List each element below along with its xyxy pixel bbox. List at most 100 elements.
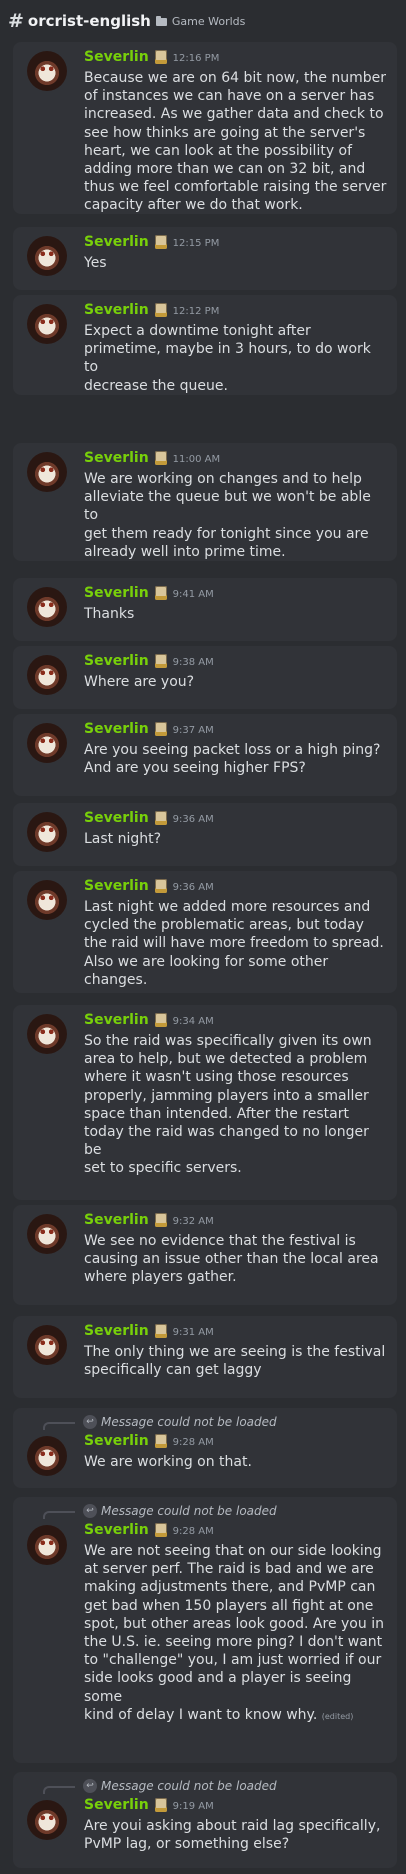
- badge-icon: [154, 1324, 167, 1338]
- avatar[interactable]: [27, 1436, 67, 1476]
- reply-preview[interactable]: ↩ Message could not be loaded: [43, 1778, 277, 1794]
- badge-icon: [154, 303, 167, 317]
- reply-connector: [43, 1422, 75, 1430]
- avatar[interactable]: [27, 880, 67, 920]
- message-text: Are youi asking about raid lag specifica…: [84, 1818, 381, 1853]
- author-name[interactable]: Severlin: [84, 1212, 149, 1228]
- timestamp: 12:12 PM: [172, 305, 220, 317]
- message-text: Expect a downtime tonight after primetim…: [84, 323, 371, 394]
- avatar[interactable]: [27, 452, 67, 492]
- author-name[interactable]: Severlin: [84, 1433, 149, 1449]
- message-text: We are not seeing that on our side looki…: [84, 1542, 387, 1726]
- message[interactable]: Severlin 9:37 AM Are you seeing packet l…: [13, 714, 397, 796]
- message[interactable]: Severlin 9:41 AM Thanks: [13, 578, 397, 641]
- message[interactable]: Severlin 12:15 PM Yes: [13, 227, 397, 290]
- author-name[interactable]: Severlin: [84, 1323, 149, 1339]
- message[interactable]: Severlin 12:16 PM Because we are on 64 b…: [13, 42, 397, 214]
- message-text: So the raid was specifically given its o…: [84, 1033, 372, 1177]
- avatar[interactable]: [27, 236, 67, 276]
- reply-text: Message could not be loaded: [101, 1779, 277, 1793]
- message-text: Because we are on 64 bit now, the number…: [84, 70, 387, 214]
- timestamp: 9:38 AM: [172, 656, 214, 668]
- avatar[interactable]: [27, 1214, 67, 1254]
- author-name[interactable]: Severlin: [84, 1522, 149, 1538]
- category-name[interactable]: Game Worlds: [172, 15, 246, 28]
- author-name[interactable]: Severlin: [84, 585, 149, 601]
- author-name[interactable]: Severlin: [84, 721, 149, 737]
- message[interactable]: Severlin 9:38 AM Where are you?: [13, 646, 397, 709]
- reply-preview[interactable]: ↩ Message could not be loaded: [43, 1414, 277, 1430]
- reply-icon: ↩: [83, 1779, 97, 1793]
- avatar[interactable]: [27, 723, 67, 763]
- author-name[interactable]: Severlin: [84, 302, 149, 318]
- avatar[interactable]: [27, 587, 67, 627]
- message[interactable]: ↩ Message could not be loaded Severlin 9…: [13, 1408, 397, 1488]
- timestamp: 12:15 PM: [172, 237, 220, 249]
- timestamp: 9:41 AM: [172, 588, 214, 600]
- message[interactable]: Severlin 9:32 AM We see no evidence that…: [13, 1205, 397, 1305]
- badge-icon: [154, 722, 167, 736]
- message[interactable]: Severlin 9:34 AM So the raid was specifi…: [13, 1005, 397, 1200]
- author-name[interactable]: Severlin: [84, 878, 149, 894]
- message-text: We are working on that.: [84, 1454, 252, 1470]
- channel-name[interactable]: orcrist-english: [28, 12, 151, 30]
- message-text: Last night?: [84, 831, 162, 847]
- message[interactable]: ↩ Message could not be loaded Severlin 9…: [13, 1772, 397, 1868]
- message-text: Are you seeing packet loss or a high pin…: [84, 742, 381, 777]
- message-text: Yes: [84, 255, 107, 271]
- timestamp: 9:34 AM: [172, 1015, 214, 1027]
- author-name[interactable]: Severlin: [84, 810, 149, 826]
- avatar[interactable]: [27, 51, 67, 91]
- timestamp: 9:36 AM: [172, 881, 214, 893]
- avatar[interactable]: [27, 1525, 67, 1565]
- message-text: We are working on changes and to help al…: [84, 471, 371, 560]
- badge-icon: [154, 1434, 167, 1448]
- badge-icon: [154, 654, 167, 668]
- message[interactable]: Severlin 12:12 PM Expect a downtime toni…: [13, 295, 397, 395]
- badge-icon: [154, 50, 167, 64]
- avatar[interactable]: [27, 1014, 67, 1054]
- timestamp: 9:28 AM: [172, 1436, 214, 1448]
- author-name[interactable]: Severlin: [84, 1797, 149, 1813]
- reply-connector: [43, 1511, 75, 1519]
- message[interactable]: Severlin 9:36 AM Last night?: [13, 803, 397, 866]
- badge-icon: [154, 879, 167, 893]
- reply-text: Message could not be loaded: [101, 1504, 277, 1518]
- message-text: Where are you?: [84, 674, 195, 690]
- badge-icon: [154, 1798, 167, 1812]
- timestamp: 9:37 AM: [172, 724, 214, 736]
- message-text: We see no evidence that the festival is …: [84, 1233, 379, 1286]
- reply-connector: [43, 1786, 75, 1794]
- channel-hash-icon: #: [8, 10, 24, 32]
- avatar[interactable]: [27, 304, 67, 344]
- author-name[interactable]: Severlin: [84, 234, 149, 250]
- timestamp: 9:32 AM: [172, 1215, 214, 1227]
- message[interactable]: Severlin 9:36 AM Last night we added mor…: [13, 871, 397, 993]
- message[interactable]: Severlin 9:31 AM The only thing we are s…: [13, 1316, 397, 1398]
- avatar[interactable]: [27, 1800, 67, 1840]
- badge-icon: [154, 1213, 167, 1227]
- author-name[interactable]: Severlin: [84, 49, 149, 65]
- author-name[interactable]: Severlin: [84, 653, 149, 669]
- avatar[interactable]: [27, 655, 67, 695]
- reply-preview[interactable]: ↩ Message could not be loaded: [43, 1503, 277, 1519]
- message[interactable]: ↩ Message could not be loaded Severlin 9…: [13, 1497, 397, 1763]
- reply-icon: ↩: [83, 1504, 97, 1518]
- timestamp: 9:31 AM: [172, 1326, 214, 1338]
- message[interactable]: Severlin 11:00 AM We are working on chan…: [13, 443, 397, 561]
- timestamp: 12:16 PM: [172, 52, 220, 64]
- message-text: Last night we added more resources and c…: [84, 899, 384, 988]
- message-body: We are not seeing that on our side looki…: [84, 1543, 384, 1723]
- edited-label: (edited): [321, 1711, 354, 1721]
- badge-icon: [154, 811, 167, 825]
- message-text: Thanks: [84, 606, 135, 622]
- badge-icon: [154, 1013, 167, 1027]
- author-name[interactable]: Severlin: [84, 1012, 149, 1028]
- avatar[interactable]: [27, 812, 67, 852]
- author-name[interactable]: Severlin: [84, 450, 149, 466]
- timestamp: 9:19 AM: [172, 1800, 214, 1812]
- reply-text: Message could not be loaded: [101, 1415, 277, 1429]
- folder-icon: [155, 16, 167, 26]
- timestamp: 11:00 AM: [172, 453, 221, 465]
- avatar[interactable]: [27, 1325, 67, 1365]
